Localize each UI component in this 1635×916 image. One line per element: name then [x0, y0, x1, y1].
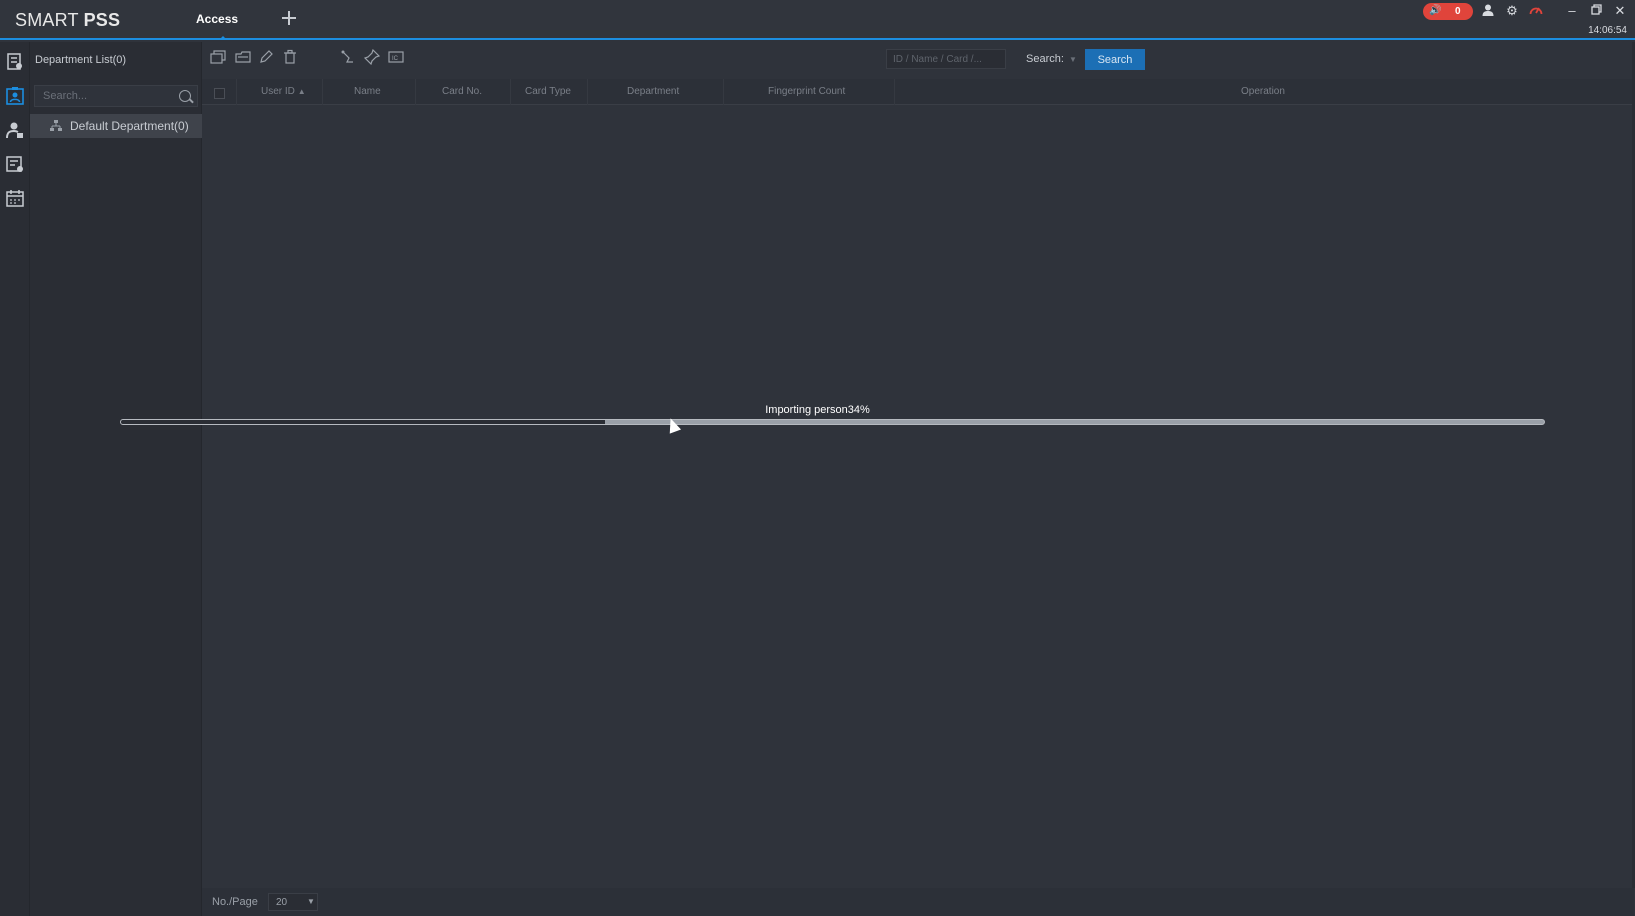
- column-divider: [322, 79, 323, 105]
- column-divider: [510, 79, 511, 105]
- logo-light-text: SMART: [15, 10, 84, 30]
- person-search-input[interactable]: [886, 49, 1006, 69]
- department-item-label: Default Department(0): [70, 119, 189, 133]
- column-divider: [415, 79, 416, 105]
- logo-bold-text: PSS: [83, 10, 121, 30]
- pin-icon[interactable]: [363, 48, 381, 66]
- personnel-report-icon[interactable]: [5, 52, 25, 72]
- user-icon[interactable]: [1480, 3, 1496, 19]
- column-divider: [894, 79, 895, 105]
- search-type-label[interactable]: Search:: [1026, 53, 1064, 65]
- per-page-select[interactable]: 20 ▼: [268, 893, 318, 911]
- org-tree-icon: [50, 120, 62, 132]
- column-user-id[interactable]: User ID ▲: [261, 86, 306, 97]
- left-nav: [0, 42, 30, 916]
- sort-ascending-icon: ▲: [297, 87, 306, 96]
- column-fingerprint-count[interactable]: Fingerprint Count: [768, 86, 845, 97]
- restore-icon[interactable]: [1588, 3, 1604, 19]
- column-operation: Operation: [1241, 86, 1285, 97]
- alarm-badge[interactable]: 🔊 0: [1423, 3, 1473, 20]
- add-tab-button[interactable]: [280, 9, 298, 27]
- column-card-no[interactable]: Card No.: [442, 86, 482, 97]
- tab-access[interactable]: Access: [196, 12, 238, 26]
- edit-icon[interactable]: [258, 49, 274, 65]
- person-search-field[interactable]: [887, 50, 1005, 68]
- column-card-type[interactable]: Card Type: [525, 86, 571, 97]
- minimize-icon[interactable]: –: [1564, 3, 1580, 19]
- select-all-checkbox[interactable]: [214, 88, 225, 99]
- per-page-value: 20: [276, 897, 288, 908]
- alarm-count: 0: [1455, 6, 1461, 17]
- close-icon[interactable]: ✕: [1612, 3, 1628, 19]
- add-department-icon[interactable]: [210, 49, 226, 65]
- column-divider: [236, 79, 237, 105]
- chevron-down-icon: ▼: [307, 897, 315, 906]
- chevron-down-icon[interactable]: ▼: [1069, 55, 1077, 64]
- department-list-title: Department List(0): [35, 54, 127, 66]
- department-search-input[interactable]: Search...: [34, 85, 198, 107]
- delete-icon[interactable]: [282, 49, 298, 65]
- calendar-icon[interactable]: [5, 188, 25, 208]
- records-icon[interactable]: [5, 154, 25, 174]
- active-tab-indicator: [219, 36, 227, 40]
- speaker-icon: 🔊: [1429, 5, 1442, 16]
- gear-icon[interactable]: ⚙: [1504, 3, 1520, 19]
- title-bar: SMART PSS Access 🔊 0 ⚙ – ✕ 14:06:54: [0, 0, 1635, 40]
- import-progress-bar: [120, 419, 1545, 425]
- department-item-default[interactable]: Default Department(0): [30, 114, 202, 138]
- search-icon[interactable]: [179, 90, 191, 102]
- column-divider: [587, 79, 588, 105]
- folder-icon[interactable]: [235, 49, 251, 65]
- department-search-placeholder: Search...: [43, 90, 88, 102]
- department-panel: Department List(0) Search... Default Dep…: [30, 42, 202, 916]
- performance-icon[interactable]: [1528, 3, 1544, 19]
- per-page-label: No./Page: [212, 896, 258, 908]
- card-icon[interactable]: IC: [388, 49, 404, 65]
- app-logo: SMART PSS: [15, 10, 120, 31]
- access-person-icon[interactable]: [5, 120, 25, 140]
- column-user-id-label: User ID: [261, 86, 295, 97]
- pagination-footer: No./Page 20 ▼: [202, 888, 1634, 916]
- search-button[interactable]: Search: [1085, 49, 1145, 70]
- progress-label: Importing person34%: [765, 404, 870, 416]
- clock: 14:06:54: [1588, 25, 1627, 36]
- person-table-header: User ID ▲ Name Card No. Card Type Depart…: [202, 79, 1634, 105]
- svg-text:IC: IC: [392, 56, 399, 62]
- fingerprint-tool-icon[interactable]: [340, 49, 356, 65]
- column-name[interactable]: Name: [354, 86, 381, 97]
- column-department[interactable]: Department: [627, 86, 679, 97]
- import-progress-fill: [121, 420, 605, 424]
- column-divider: [723, 79, 724, 105]
- person-icon[interactable]: [5, 86, 25, 106]
